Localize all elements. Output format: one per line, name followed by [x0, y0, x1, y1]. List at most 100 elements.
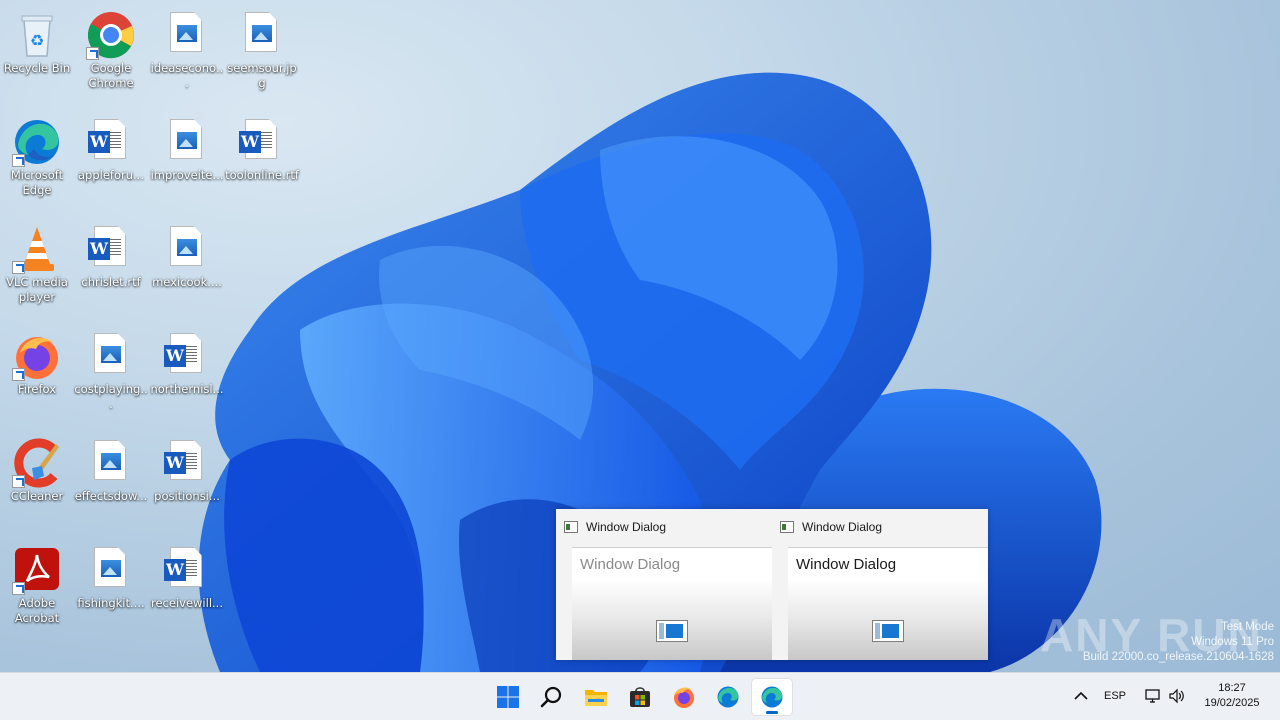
shortcut-arrow-icon: [86, 47, 99, 60]
word-file-icon: W: [162, 331, 212, 381]
preview-title: Window Dialog: [802, 520, 883, 534]
word-file-icon: W: [86, 117, 136, 167]
desktop-icon-label: positionsi...: [154, 489, 220, 503]
desktop-icon-label: Microsoft Edge: [10, 168, 64, 197]
desktop-icon-label: CCleaner: [10, 489, 64, 503]
desktop-icon-label: VLC media player: [6, 275, 68, 304]
system-clock[interactable]: 18:27 19/02/2025: [1196, 681, 1268, 711]
shortcut-arrow-icon: [12, 582, 25, 595]
desktop-icon-label: toolonline.rtf: [225, 168, 299, 182]
desktop-icon-ccleaner[interactable]: CCleaner: [0, 432, 74, 532]
taskbar-edge-active[interactable]: [752, 679, 792, 715]
image-file-icon: [237, 10, 287, 60]
desktop-icon-costplaying[interactable]: costplaying...: [74, 325, 148, 425]
taskbar-edge[interactable]: [708, 679, 748, 715]
desktop-icon-mexicook[interactable]: mexicook....: [150, 218, 224, 318]
start-button[interactable]: [488, 679, 528, 715]
shortcut-arrow-icon: [12, 475, 25, 488]
store-icon: [630, 687, 650, 707]
desktop-icon-positionsi[interactable]: W positionsi...: [150, 432, 224, 532]
desktop-icon-label: ideaseconо...: [150, 61, 224, 90]
vlc-icon: [12, 224, 62, 274]
word-file-icon: W: [162, 438, 212, 488]
desktop-icon-label: effectsdow...: [74, 489, 148, 503]
taskbar-firefox[interactable]: [664, 679, 704, 715]
file-explorer-icon: [585, 690, 607, 706]
desktop-icon-ideaseconо[interactable]: ideaseconо...: [150, 4, 224, 104]
desktop-icon-recycle-bin[interactable]: ♻ Recycle Bin: [0, 4, 74, 104]
watermark-line: Windows 11 Pro: [1191, 636, 1274, 648]
image-file-icon: [86, 438, 136, 488]
window-preview-1[interactable]: Window Dialog Window Dialog: [556, 509, 772, 660]
desktop-icon-label: costplaying...: [74, 382, 148, 411]
preview-title: Window Dialog: [586, 520, 667, 534]
desktop-icon-improveite[interactable]: improveite...: [150, 111, 224, 211]
volume-icon[interactable]: [1168, 687, 1186, 705]
dialog-app-icon: [656, 620, 688, 642]
desktop-icon-label: Firefox: [17, 382, 57, 396]
desktop-icon-edge[interactable]: Microsoft Edge: [0, 111, 74, 211]
svg-text:♻: ♻: [30, 31, 44, 50]
desktop-icon-firefox[interactable]: Firefox: [0, 325, 74, 425]
desktop-icon-chrome[interactable]: Google Chrome: [74, 4, 148, 104]
desktop-icon-effectsdow[interactable]: effectsdow...: [74, 432, 148, 532]
taskbar-store[interactable]: [620, 679, 660, 715]
desktop-icon-label: receivewill...: [151, 596, 223, 610]
desktop-icon-chrislet[interactable]: W chrislet.rtf: [74, 218, 148, 318]
desktop-icon-label: Google Chrome: [88, 61, 134, 90]
shortcut-arrow-icon: [12, 368, 25, 381]
preview-header: Window Dialog: [780, 520, 882, 534]
desktop-icon-seemsour[interactable]: seemsour.jpg: [225, 4, 299, 104]
desktop-icon-receivewill[interactable]: W receivewill...: [150, 539, 224, 639]
chrome-icon: [86, 10, 136, 60]
app-window-icon: [564, 521, 578, 533]
edge-icon: [12, 117, 62, 167]
desktop-icon-vlc[interactable]: VLC media player: [0, 218, 74, 318]
acrobat-icon: [12, 545, 62, 595]
start-icon: [497, 686, 519, 708]
shortcut-arrow-icon: [12, 261, 25, 274]
desktop-icon-label: seemsour.jpg: [227, 61, 297, 90]
app-window-icon: [780, 521, 794, 533]
preview-thumbnail: Window Dialog: [788, 547, 988, 660]
preview-header: Window Dialog: [564, 520, 666, 534]
preview-content-text: Window Dialog: [580, 556, 681, 573]
image-file-icon: [86, 331, 136, 381]
desktop-icon-toolonline[interactable]: W toolonline.rtf: [225, 111, 299, 211]
chevron-up-icon[interactable]: [1072, 687, 1090, 705]
desktop-icon-appleforu[interactable]: W appleforu...: [74, 111, 148, 211]
search-icon: [540, 686, 562, 708]
image-file-icon: [162, 10, 212, 60]
word-file-icon: W: [162, 545, 212, 595]
taskbar-file-explorer[interactable]: [576, 679, 616, 715]
language-indicator[interactable]: ESP: [1104, 690, 1126, 702]
desktop-icon-northernisl[interactable]: W northernisl...: [150, 325, 224, 425]
taskbar-window-previews: Window Dialog Window Dialog Window Dialo…: [556, 509, 988, 660]
os-build-watermark: Test Mode Windows 11 Pro Build 22000.co_…: [1083, 620, 1274, 665]
shortcut-arrow-icon: [12, 154, 25, 167]
desktop-icon-label: chrislet.rtf: [81, 275, 141, 289]
image-file-icon: [86, 545, 136, 595]
edge-icon: [717, 686, 739, 708]
window-preview-2[interactable]: Window Dialog Window Dialog: [772, 509, 988, 660]
word-file-icon: W: [237, 117, 287, 167]
desktop-icon-label: mexicook....: [152, 275, 222, 289]
clock-time: 18:27: [1218, 682, 1246, 694]
desktop-icon-label: improveite...: [150, 168, 224, 182]
dialog-app-icon: [872, 620, 904, 642]
preview-thumbnail: Window Dialog: [572, 547, 772, 660]
image-file-icon: [162, 224, 212, 274]
word-file-icon: W: [86, 224, 136, 274]
desktop-icon-label: northernisl...: [150, 382, 224, 396]
firefox-icon: [12, 331, 62, 381]
recycle-bin-icon: ♻: [12, 10, 62, 60]
ccleaner-icon: [12, 438, 62, 488]
desktop-icon-acrobat[interactable]: Adobe Acrobat: [0, 539, 74, 639]
network-icon[interactable]: [1144, 687, 1162, 705]
desktop-icon-label: appleforu...: [78, 168, 144, 182]
desktop-icon-label: fishingkit....: [77, 596, 145, 610]
watermark-line: Test Mode: [1220, 621, 1274, 633]
preview-content-text: Window Dialog: [796, 556, 897, 573]
desktop-icon-fishingkit[interactable]: fishingkit....: [74, 539, 148, 639]
search-button[interactable]: [532, 679, 572, 715]
